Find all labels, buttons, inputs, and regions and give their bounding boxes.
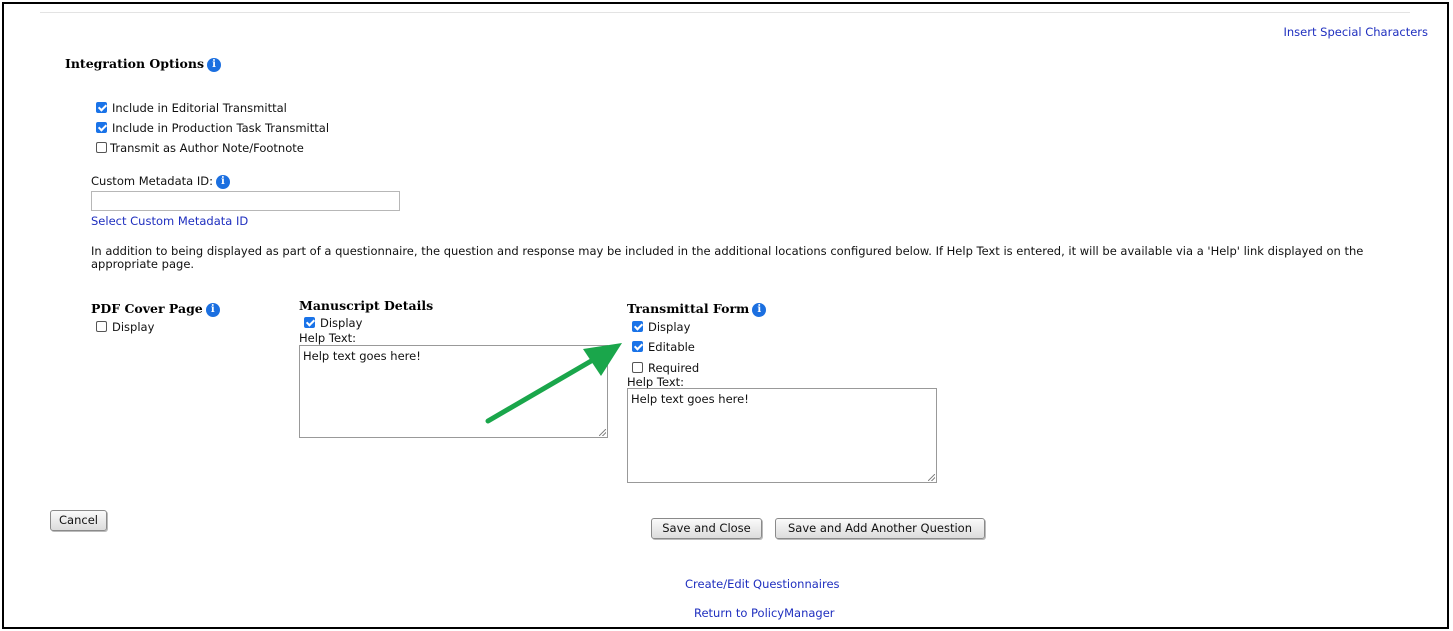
transmittal-editable-checkbox[interactable]	[632, 341, 643, 352]
transmittal-required-checkbox[interactable]	[632, 362, 643, 373]
option-editorial-transmittal[interactable]: Include in Editorial Transmittal	[96, 101, 287, 115]
transmittal-form-title: Transmittal Form	[627, 301, 750, 316]
info-icon[interactable]: i	[205, 303, 220, 317]
info-icon[interactable]: i	[752, 303, 767, 317]
transmittal-display-checkbox[interactable]	[632, 321, 643, 332]
info-icon[interactable]: i	[215, 175, 230, 189]
integration-options-heading: Integration Options i	[65, 56, 222, 72]
manuscript-details-display[interactable]: Display	[304, 316, 362, 330]
top-divider	[40, 12, 1410, 13]
transmittal-help-text-label: Help Text:	[627, 375, 685, 389]
resize-grip-icon[interactable]	[599, 429, 606, 436]
arrow-shaft	[485, 354, 601, 424]
resize-grip-icon[interactable]	[928, 474, 935, 481]
transmittal-form-heading: Transmittal Form i	[627, 301, 767, 317]
custom-metadata-label: Custom Metadata ID:	[91, 174, 213, 188]
transmittal-display[interactable]: Display	[632, 320, 690, 334]
save-and-add-another-button[interactable]: Save and Add Another Question	[775, 518, 985, 539]
transmittal-editable[interactable]: Editable	[632, 340, 695, 354]
option-author-note[interactable]: Transmit as Author Note/Footnote	[96, 141, 304, 155]
transmittal-display-label: Display	[648, 320, 691, 334]
custom-metadata-label-row: Custom Metadata ID: i	[91, 174, 230, 189]
editorial-transmittal-checkbox[interactable]	[96, 102, 107, 113]
option-label: Include in Editorial Transmittal	[112, 101, 287, 115]
pdf-cover-display-label: Display	[112, 320, 155, 334]
manuscript-help-text-value: Help text goes here!	[303, 349, 421, 363]
manuscript-display-checkbox[interactable]	[304, 317, 315, 328]
author-note-checkbox[interactable]	[96, 142, 107, 153]
transmittal-editable-label: Editable	[648, 340, 695, 354]
manuscript-details-heading: Manuscript Details	[299, 298, 434, 313]
transmittal-help-text-area[interactable]: Help text goes here!	[627, 388, 937, 483]
custom-metadata-input[interactable]	[91, 191, 400, 211]
info-icon[interactable]: i	[207, 58, 222, 72]
annotation-arrow	[485, 343, 622, 424]
production-task-transmittal-checkbox[interactable]	[96, 122, 107, 133]
manuscript-display-label: Display	[320, 316, 363, 330]
option-label: Transmit as Author Note/Footnote	[110, 141, 304, 155]
transmittal-help-text-value: Help text goes here!	[631, 392, 749, 406]
integration-options-title: Integration Options	[65, 56, 205, 71]
manuscript-help-text-label: Help Text:	[299, 331, 357, 345]
pdf-cover-title: PDF Cover Page	[91, 301, 203, 316]
pdf-cover-display-checkbox[interactable]	[96, 321, 107, 332]
select-custom-metadata-link[interactable]: Select Custom Metadata ID	[91, 214, 248, 228]
transmittal-required[interactable]: Required	[632, 361, 699, 375]
pdf-cover-display[interactable]: Display	[96, 320, 154, 334]
save-and-close-button[interactable]: Save and Close	[651, 518, 762, 539]
option-production-task-transmittal[interactable]: Include in Production Task Transmittal	[96, 121, 329, 135]
create-edit-questionnaires-link[interactable]: Create/Edit Questionnaires	[685, 577, 840, 591]
transmittal-required-label: Required	[648, 361, 700, 375]
option-label: Include in Production Task Transmittal	[112, 121, 330, 135]
locations-description: In addition to being displayed as part o…	[91, 244, 1364, 271]
cancel-button[interactable]: Cancel	[50, 510, 107, 531]
pdf-cover-heading: PDF Cover Page i	[91, 301, 220, 317]
return-to-policymanager-link[interactable]: Return to PolicyManager	[694, 606, 835, 620]
insert-special-characters-link[interactable]: Insert Special Characters	[1284, 25, 1429, 39]
